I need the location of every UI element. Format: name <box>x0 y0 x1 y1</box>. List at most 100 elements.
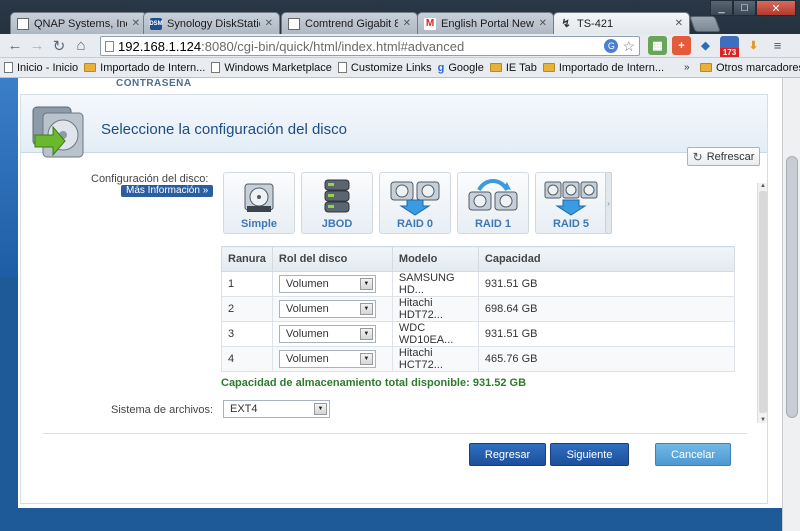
raid-options: Simple JBOD RAID 0 RAID 1 RAID 5 <box>223 172 607 234</box>
refresh-button[interactable]: ↻ Refrescar <box>687 147 760 166</box>
close-window-button[interactable]: ✕ <box>756 0 796 16</box>
close-icon[interactable]: ✕ <box>132 18 140 29</box>
raid-option-raid5[interactable]: RAID 5 <box>535 172 607 234</box>
slot-cell: 2 <box>221 296 273 322</box>
bookmark-item[interactable]: Customize Links <box>337 62 432 74</box>
refresh-icon: ↻ <box>692 149 703 164</box>
column-header-slot[interactable]: Ranura <box>221 246 273 272</box>
raid-option-simple[interactable]: Simple <box>223 172 295 234</box>
raid0-icon <box>390 181 440 216</box>
model-cell: WDC WD10EA... <box>391 321 479 347</box>
next-button[interactable]: Siguiente <box>550 443 629 466</box>
tab-title: Synology DiskStation - <box>167 17 260 30</box>
capacity-cell: 931.51 GB <box>477 271 736 297</box>
raid-option-label: RAID 5 <box>552 218 590 230</box>
close-icon[interactable]: ✕ <box>539 18 547 29</box>
disk-config-icon <box>32 106 84 158</box>
folder-icon <box>489 63 502 72</box>
close-icon[interactable]: ✕ <box>675 18 683 29</box>
capacity-cell: 698.64 GB <box>477 296 736 322</box>
bookmark-folder[interactable]: Importado de Intern... <box>84 62 205 74</box>
total-capacity-text: Capacidad de almacenamiento total dispon… <box>221 377 527 389</box>
role-select[interactable]: Volumen ▼ <box>278 300 376 318</box>
divider <box>43 433 747 434</box>
page-icon <box>211 62 221 73</box>
maximize-button[interactable]: □ <box>733 0 756 16</box>
page-scrollbar[interactable] <box>782 78 800 531</box>
badge-extension-icon[interactable]: 173 <box>720 36 739 57</box>
download-extension-icon[interactable]: ⬇ <box>744 36 763 55</box>
cancel-button[interactable]: Cancelar <box>655 443 731 466</box>
raid-option-label: Simple <box>240 218 278 230</box>
bookmark-google[interactable]: g Google <box>438 62 484 74</box>
filesystem-select[interactable]: EXT4 ▼ <box>223 400 330 418</box>
scroll-up-icon[interactable]: ▲ <box>760 183 766 189</box>
scroll-down-icon[interactable]: ▼ <box>760 417 766 423</box>
raid-option-label: RAID 1 <box>474 218 512 230</box>
more-info-link[interactable]: Más Información » <box>121 185 214 197</box>
raid-option-label: RAID 0 <box>396 218 434 230</box>
table-row: 3 Volumen ▼ WDC WD10EA... 931.51 GB <box>221 321 736 347</box>
new-tab-button[interactable] <box>689 16 721 32</box>
role-select[interactable]: Volumen ▼ <box>278 275 376 293</box>
close-icon[interactable]: ✕ <box>403 18 411 29</box>
raid-option-raid0[interactable]: RAID 0 <box>379 172 451 234</box>
tab-gmail[interactable]: M English Portal Newslett ✕ <box>417 12 554 34</box>
slot-cell: 4 <box>221 346 273 372</box>
role-select[interactable]: Volumen ▼ <box>278 325 376 343</box>
role-select[interactable]: Volumen ▼ <box>278 350 376 368</box>
scroll-thumb[interactable] <box>759 191 767 413</box>
page-icon <box>337 62 347 73</box>
dialog-scrollbar[interactable]: ▲ ▼ <box>757 183 767 423</box>
other-bookmarks[interactable]: Otros marcadores <box>700 62 800 74</box>
tab-ts421[interactable]: ↯ TS-421 ✕ <box>553 12 690 34</box>
translate-icon[interactable]: G <box>604 39 619 53</box>
column-header-role[interactable]: Rol del disco <box>271 246 393 272</box>
bookmark-item[interactable]: Inicio - Inicio <box>4 62 78 74</box>
diamond-extension-icon[interactable]: ◆ <box>696 36 715 55</box>
page-scroll-thumb[interactable] <box>786 156 798 418</box>
chevron-down-icon: ▼ <box>359 353 373 365</box>
role-cell: Volumen ▼ <box>271 271 393 297</box>
column-header-model[interactable]: Modelo <box>391 246 479 272</box>
minimize-button[interactable]: _ <box>710 0 733 16</box>
plus-extension-icon[interactable]: + <box>672 36 691 55</box>
single-disk-icon <box>244 183 274 212</box>
window-controls: _ □ ✕ <box>710 0 796 16</box>
tab-title: Comtrend Gigabit 802. <box>305 17 398 30</box>
filesystem-label: Sistema de archivos: <box>111 404 214 416</box>
bookmark-item[interactable]: Windows Marketplace <box>211 62 332 74</box>
disk-config-label: Configuración del disco: <box>91 173 209 185</box>
dsm-icon: DSM <box>149 17 163 30</box>
back-button[interactable]: Regresar <box>469 443 546 466</box>
close-icon[interactable]: ✕ <box>265 18 273 29</box>
bookmarks-overflow-chevron[interactable]: » <box>684 62 690 73</box>
tab-comtrend[interactable]: Comtrend Gigabit 802. ✕ <box>281 12 418 34</box>
dialog-title: Seleccione la configuración del disco <box>101 121 347 138</box>
raid-scroll-right-icon[interactable]: › <box>605 172 612 234</box>
back-arrow-icon[interactable]: ← <box>4 35 26 57</box>
address-bar[interactable]: 192.168.1.124:8080/cgi-bin/quick/html/in… <box>100 36 640 56</box>
bookmark-folder[interactable]: IE Tab <box>489 62 537 74</box>
url-text[interactable]: 192.168.1.124:8080/cgi-bin/quick/html/in… <box>118 39 600 54</box>
menu-wrench-icon[interactable]: ≡ <box>768 36 787 55</box>
column-header-capacity[interactable]: Capacidad <box>477 246 736 272</box>
ts-icon: ↯ <box>561 18 571 30</box>
tab-synology[interactable]: DSM Synology DiskStation - ✕ <box>143 12 280 34</box>
previous-step-label: CONTRASEÑA <box>116 78 192 89</box>
tab-strip: QNAP Systems, Inc. - ✕ DSM Synology Disk… <box>0 0 800 34</box>
raid-option-raid1[interactable]: RAID 1 <box>457 172 529 234</box>
star-icon[interactable]: ☆ <box>622 38 635 55</box>
reload-icon[interactable]: ↻ <box>48 35 70 57</box>
bookmark-folder[interactable]: Importado de Intern... <box>542 62 664 74</box>
forward-arrow-icon[interactable]: → <box>26 35 48 57</box>
model-cell: SAMSUNG HD... <box>391 271 479 297</box>
page-info-icon[interactable] <box>105 40 114 52</box>
tab-title: English Portal Newslett <box>441 17 534 30</box>
google-icon: g <box>437 61 445 74</box>
raid-option-jbod[interactable]: JBOD <box>301 172 373 234</box>
page-icon <box>17 17 29 30</box>
tab-qnap[interactable]: QNAP Systems, Inc. - ✕ <box>10 12 147 34</box>
map-extension-icon[interactable]: ▦ <box>648 36 667 55</box>
home-icon[interactable]: ⌂ <box>70 35 92 57</box>
